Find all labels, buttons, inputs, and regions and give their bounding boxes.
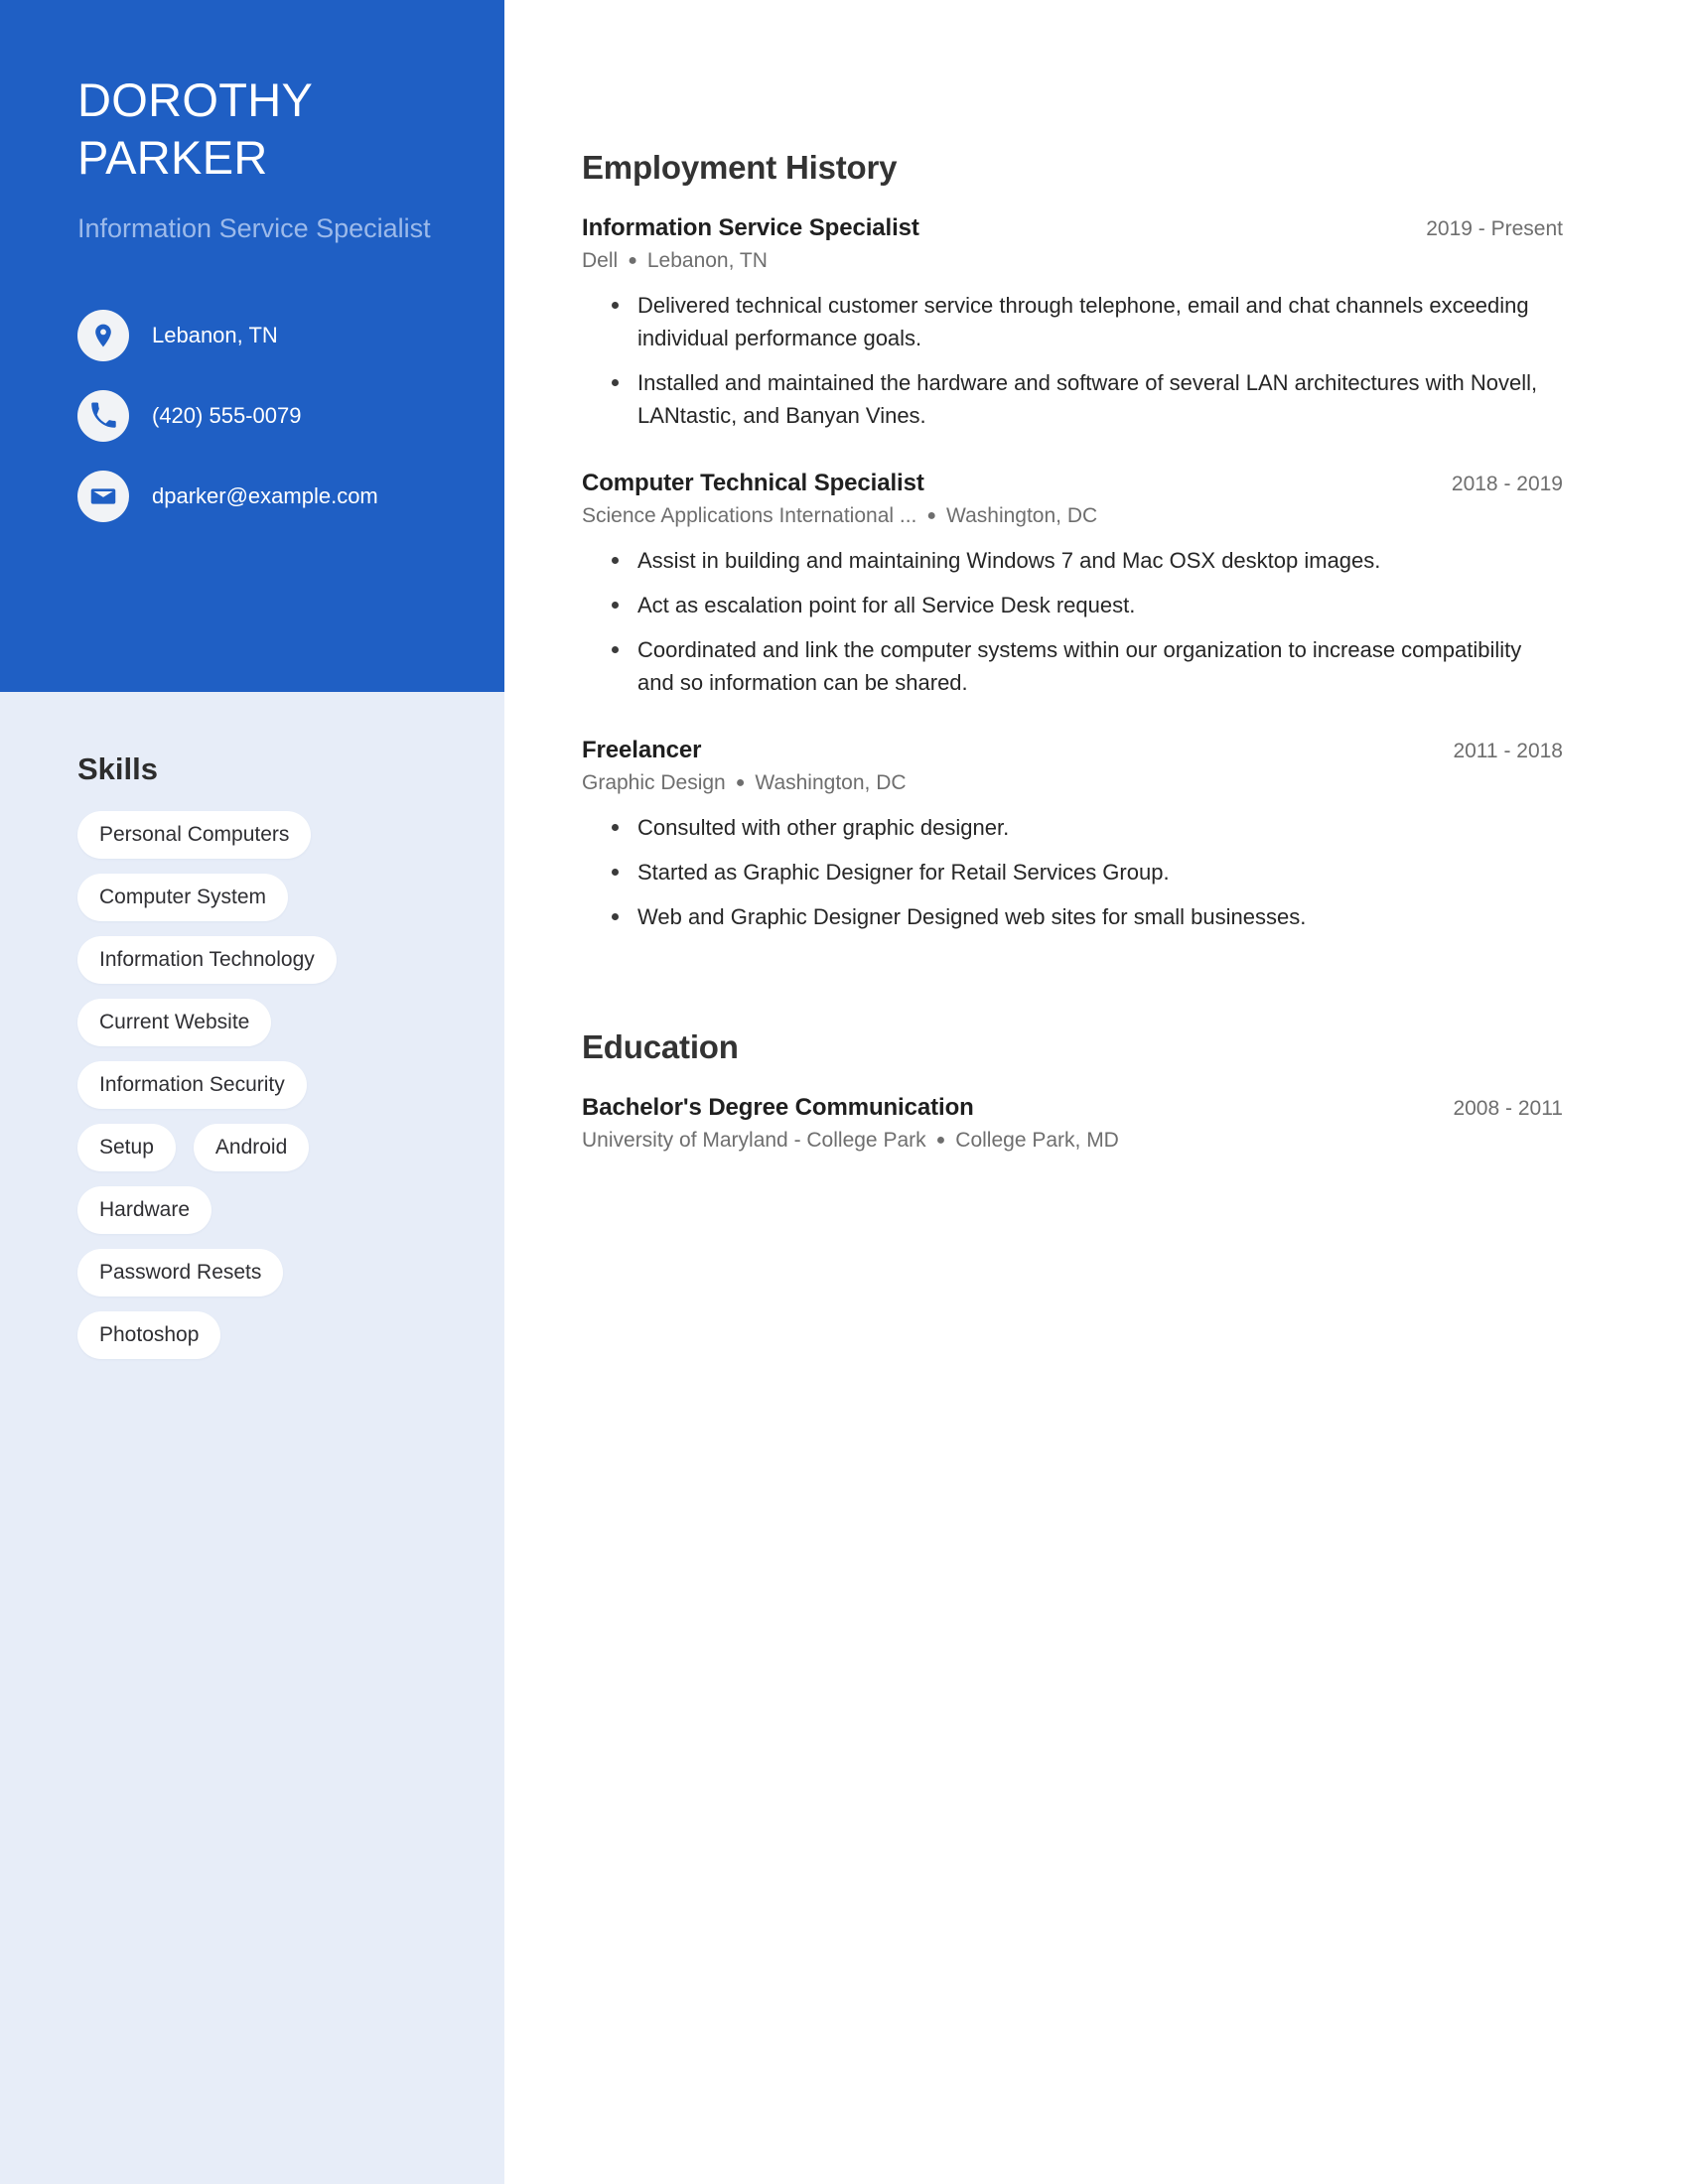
- candidate-name: DOROTHY PARKER: [77, 71, 433, 187]
- entry-bullet-item: Web and Graphic Designer Designed web si…: [612, 900, 1563, 933]
- skill-pill[interactable]: Hardware: [77, 1186, 212, 1234]
- skill-pill[interactable]: Current Website: [77, 999, 272, 1046]
- envelope-icon: [77, 471, 129, 522]
- skill-row: Photoshop: [77, 1311, 475, 1359]
- entry-bullet-item: Started as Graphic Designer for Retail S…: [612, 856, 1563, 888]
- experience-entry: Information Service Specialist 2019 - Pre…: [582, 214, 1563, 432]
- skill-row: Hardware: [77, 1186, 475, 1234]
- contact-list: Lebanon, TN (420) 555-0079 dparker@examp…: [77, 310, 433, 522]
- entry-bullet-item: Delivered technical customer service thr…: [612, 289, 1563, 354]
- entry-company-location: Science Applications International ... ● W…: [582, 504, 1563, 528]
- skill-pill[interactable]: Setup: [77, 1124, 176, 1171]
- experience-entry: Computer Technical Specialist 2018 - 2019…: [582, 470, 1563, 699]
- entry-header: Freelancer 2011 - 2018: [582, 737, 1563, 764]
- sidebar: DOROTHY PARKER Information Service Speci…: [0, 0, 504, 2184]
- entry-role-title: Bachelor's Degree Communication: [582, 1094, 974, 1121]
- skills-pill-container: Personal Computers Computer System Informa…: [77, 811, 475, 1374]
- entry-bullet-item: Act as escalation point for all Service …: [612, 589, 1563, 621]
- skill-pill[interactable]: Password Resets: [77, 1249, 284, 1297]
- main-content: Employment History Information Service S…: [504, 0, 1688, 2184]
- candidate-job-title: Information Service Specialist: [77, 213, 431, 243]
- entry-header: Information Service Specialist 2019 - Pre…: [582, 214, 1563, 242]
- entry-company: University of Maryland - College Park: [582, 1129, 926, 1152]
- entry-company-location: Dell ● Lebanon, TN: [582, 249, 1563, 273]
- phone-icon: [77, 390, 129, 442]
- contact-location[interactable]: Lebanon, TN: [77, 310, 433, 361]
- entry-date-range: 2011 - 2018: [1453, 740, 1563, 762]
- entry-role-title: Computer Technical Specialist: [582, 470, 924, 496]
- skill-row: Information Technology: [77, 936, 475, 984]
- contact-email[interactable]: dparker@example.com: [77, 471, 433, 522]
- employment-history-section: Employment History Information Service S…: [582, 149, 1563, 933]
- contact-phone[interactable]: (420) 555-0079: [77, 390, 433, 442]
- separator-dot-icon: ●: [628, 252, 637, 269]
- entry-company-location: Graphic Design ● Washington, DC: [582, 771, 1563, 795]
- candidate-last-name: PARKER: [77, 131, 268, 184]
- education-entries: Bachelor's Degree Communication 2008 - 20…: [582, 1094, 1563, 1153]
- contact-email-text: dparker@example.com: [152, 483, 378, 508]
- entry-company: Dell: [582, 249, 619, 272]
- entry-date-range: 2008 - 2011: [1453, 1097, 1563, 1120]
- education-heading: Education: [582, 1028, 739, 1065]
- entry-date-range: 2019 - Present: [1426, 217, 1563, 240]
- entry-bullet-item: Consulted with other graphic designer.: [612, 811, 1563, 844]
- entry-bullet-item: Assist in building and maintaining Windo…: [612, 544, 1563, 577]
- entry-bullet-item: Coordinated and link the computer system…: [612, 633, 1563, 699]
- entry-company: Science Applications International ...: [582, 504, 917, 527]
- skill-row: Personal Computers: [77, 811, 475, 859]
- skill-row: Current Website: [77, 999, 475, 1046]
- separator-dot-icon: ●: [935, 1132, 946, 1149]
- entry-role-title: Freelancer: [582, 737, 702, 763]
- skill-pill[interactable]: Information Technology: [77, 936, 337, 984]
- skill-row: Information Security: [77, 1061, 475, 1109]
- entry-header: Computer Technical Specialist 2018 - 2019: [582, 470, 1563, 497]
- education-section: Education Bachelor's Degree Communicatio…: [582, 1028, 1563, 1153]
- skill-pill[interactable]: Personal Computers: [77, 811, 312, 859]
- candidate-first-name: DOROTHY: [77, 73, 314, 126]
- entry-date-range: 2018 - 2019: [1451, 473, 1563, 495]
- entry-bullet-list: Delivered technical customer service thr…: [582, 289, 1563, 432]
- entry-location: Lebanon, TN: [646, 249, 768, 272]
- experience-entry: Bachelor's Degree Communication 2008 - 20…: [582, 1094, 1563, 1153]
- contact-location-text: Lebanon, TN: [152, 323, 278, 347]
- entry-company: Graphic Design: [582, 771, 726, 794]
- skill-row: Setup Android: [77, 1124, 475, 1171]
- entry-company-location: University of Maryland - College Park ● Co…: [582, 1129, 1563, 1153]
- experience-entry: Freelancer 2011 - 2018 Graphic Design ● Wash…: [582, 737, 1563, 933]
- separator-dot-icon: ●: [735, 774, 746, 791]
- location-pin-icon: [77, 310, 129, 361]
- employment-history-heading: Employment History: [582, 149, 898, 186]
- separator-dot-icon: ●: [926, 507, 937, 524]
- contact-phone-text: (420) 555-0079: [152, 403, 302, 428]
- employment-entries: Information Service Specialist 2019 - Pre…: [582, 214, 1563, 933]
- skill-pill[interactable]: Android: [193, 1124, 310, 1171]
- entry-header: Bachelor's Degree Communication 2008 - 20…: [582, 1094, 1563, 1122]
- skill-row: Password Resets: [77, 1249, 475, 1297]
- skill-pill[interactable]: Computer System: [77, 874, 289, 921]
- skill-pill[interactable]: Information Security: [77, 1061, 307, 1109]
- skills-section: Skills Personal Computers Computer System…: [0, 692, 504, 1374]
- resume-page: DOROTHY PARKER Information Service Speci…: [0, 0, 1688, 2184]
- entry-location: College Park, MD: [955, 1129, 1119, 1152]
- skills-heading: Skills: [77, 751, 158, 786]
- entry-bullet-list: Assist in building and maintaining Windo…: [582, 544, 1563, 699]
- skill-pill[interactable]: Photoshop: [77, 1311, 221, 1359]
- entry-role-title: Information Service Specialist: [582, 214, 919, 241]
- entry-bullet-list: Consulted with other graphic designer. St…: [582, 811, 1563, 933]
- entry-location: Washington, DC: [946, 504, 1098, 527]
- sidebar-header: DOROTHY PARKER Information Service Speci…: [0, 0, 504, 692]
- entry-location: Washington, DC: [755, 771, 907, 794]
- entry-bullet-item: Installed and maintained the hardware an…: [612, 366, 1563, 432]
- skill-row: Computer System: [77, 874, 475, 921]
